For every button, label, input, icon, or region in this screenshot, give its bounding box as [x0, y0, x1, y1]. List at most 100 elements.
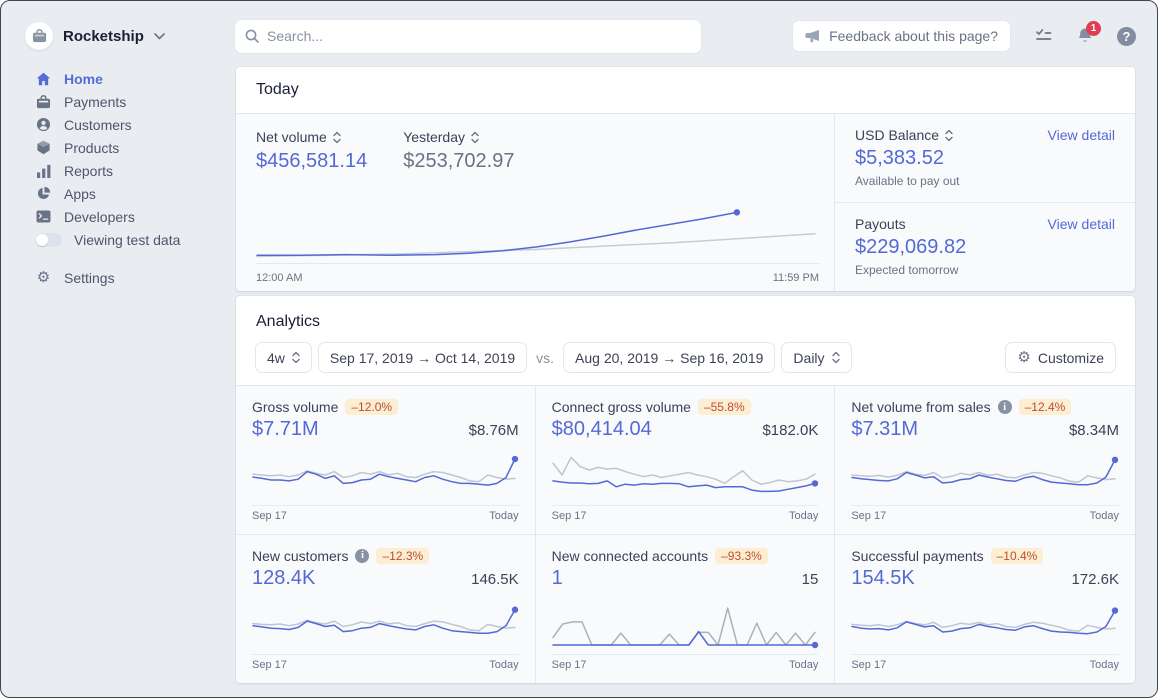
usd-balance-view-detail-link[interactable]: View detail — [1048, 127, 1115, 143]
analytics-filters: 4w Sep 17, 2019 → Oct 14, 2019 vs. Aug 2… — [236, 331, 1135, 385]
interval-select[interactable]: 4w — [256, 343, 311, 372]
sidebar-item-home[interactable]: Home — [35, 67, 236, 90]
search-bar[interactable] — [235, 20, 701, 53]
axis-label-end: Today — [1090, 510, 1119, 522]
axis-label-end: Today — [489, 510, 518, 522]
search-icon — [245, 29, 259, 43]
today-title: Today — [256, 81, 299, 99]
metric-title: Connect gross volume — [552, 399, 691, 415]
vs-label: vs. — [536, 350, 554, 366]
customize-button[interactable]: ⚙ Customize — [1006, 343, 1115, 372]
usd-balance-label: USD Balance — [855, 127, 939, 143]
metric-net-volume: Net volume $456,581.14 — [256, 129, 367, 173]
info-icon[interactable] — [355, 549, 369, 563]
metric-compare-value: $8.76M — [469, 422, 519, 439]
metric-compare-value: $182.0K — [762, 422, 818, 439]
delta-badge: –12.0% — [345, 399, 398, 415]
test-data-toggle[interactable]: Viewing test data — [35, 228, 236, 251]
metric-card-new-customers: New customers –12.3% 128.4K 146.5K Sep 1… — [236, 535, 536, 684]
sidebar-item-developers[interactable]: Developers — [35, 205, 236, 228]
feedback-button[interactable]: Feedback about this page? — [793, 21, 1010, 51]
sparkline-chart — [851, 450, 1119, 500]
question-icon — [1117, 27, 1136, 46]
granularity-value: Daily — [793, 350, 824, 366]
metric-selector-icon[interactable] — [471, 131, 479, 144]
analytics-grid: Gross volume –12.0% $7.71M $8.76M Sep 17… — [236, 385, 1135, 683]
sidebar-item-payments[interactable]: Payments — [35, 90, 236, 113]
sidebar-item-apps[interactable]: Apps — [35, 182, 236, 205]
payouts-value: $229,069.82 — [855, 236, 1115, 259]
interval-value: 4w — [267, 350, 285, 366]
help-button[interactable] — [1117, 27, 1136, 46]
axis-label-end: Today — [1090, 659, 1119, 671]
sidebar-item-reports[interactable]: Reports — [35, 159, 236, 182]
notifications-button[interactable]: 1 — [1076, 27, 1094, 45]
payouts-caption: Expected tomorrow — [855, 263, 1115, 277]
axis-label-start: Sep 17 — [252, 659, 287, 671]
axis-label-start: Sep 17 — [552, 510, 587, 522]
metric-card-net-volume-from-sales: Net volume from sales –12.4% $7.31M $8.3… — [835, 386, 1135, 535]
info-icon[interactable] — [998, 400, 1012, 414]
metric-value: 154.5K — [851, 567, 914, 590]
sidebar-item-label: Reports — [64, 163, 113, 179]
feedback-label: Feedback about this page? — [829, 28, 998, 44]
pie-plus-icon — [35, 186, 52, 201]
metric-value: 128.4K — [252, 567, 315, 590]
sidebar-item-label: Home — [64, 71, 103, 87]
delta-badge: –93.3% — [715, 548, 768, 564]
box-icon — [35, 140, 52, 155]
notification-badge: 1 — [1086, 21, 1101, 36]
payouts-view-detail-link[interactable]: View detail — [1048, 216, 1115, 232]
analytics-card: Analytics 4w Sep 17, 2019 → Oct 14, 2019… — [236, 296, 1135, 683]
metric-value: 1 — [552, 567, 563, 590]
metric-selector-icon[interactable] — [333, 131, 341, 144]
person-icon — [35, 117, 52, 132]
date-range-current-button[interactable]: Sep 17, 2019 → Oct 14, 2019 — [319, 343, 526, 372]
today-metrics: Net volume $456,581.14 Yesterday — [256, 129, 819, 173]
axis-label-start: Sep 17 — [851, 659, 886, 671]
account-switcher[interactable]: Rocketship — [25, 22, 235, 50]
test-data-label: Viewing test data — [74, 232, 180, 248]
sidebar-item-label: Customers — [64, 117, 132, 133]
topbar-actions: Feedback about this page? 1 — [793, 21, 1136, 51]
toggle-icon[interactable] — [35, 233, 62, 247]
metric-title: Gross volume — [252, 399, 338, 415]
sidebar-item-label: Payments — [64, 94, 126, 110]
metric-card-connect-gross-volume: Connect gross volume –55.8% $80,414.04 $… — [536, 386, 836, 535]
sidebar: Home Payments Customers Products Reports — [1, 67, 236, 289]
sidebar-item-products[interactable]: Products — [35, 136, 236, 159]
metric-card-successful-payments: Successful payments –10.4% 154.5K 172.6K… — [835, 535, 1135, 684]
today-line-chart — [256, 192, 819, 264]
briefcase-logo-icon — [32, 29, 47, 43]
today-body: Net volume $456,581.14 Yesterday — [236, 114, 1135, 291]
balance-selector-icon[interactable] — [945, 129, 953, 142]
delta-badge: –10.4% — [991, 548, 1044, 564]
tasklist-button[interactable] — [1033, 28, 1053, 44]
axis-label-start: Sep 17 — [552, 659, 587, 671]
delta-badge: –12.3% — [376, 548, 429, 564]
gear-icon: ⚙ — [1017, 350, 1030, 365]
payouts-box: Payouts View detail $229,069.82 Expected… — [835, 202, 1135, 291]
date-range-previous-button[interactable]: Aug 20, 2019 → Sep 16, 2019 — [564, 343, 774, 372]
usd-balance-box: USD Balance View detail $5,383.52 Availa… — [835, 114, 1135, 202]
today-header: Today — [236, 67, 1135, 114]
axis-label-end: 11:59 PM — [773, 272, 819, 284]
granularity-select[interactable]: Daily — [782, 343, 850, 372]
balance-panel: USD Balance View detail $5,383.52 Availa… — [834, 114, 1135, 291]
sparkline-chart — [252, 450, 519, 500]
metric-value: $7.31M — [851, 418, 918, 441]
sidebar-item-label: Products — [64, 140, 119, 156]
metric-compare-value: 146.5K — [471, 571, 519, 588]
app-window: Rocketship Feedback about this page? — [0, 0, 1158, 698]
account-name: Rocketship — [63, 28, 144, 45]
axis-label-end: Today — [489, 659, 518, 671]
date-range-current: Sep 17, 2019 → Oct 14, 2019 — [330, 350, 515, 366]
sidebar-item-settings[interactable]: ⚙ Settings — [35, 266, 236, 289]
topbar: Rocketship Feedback about this page? — [1, 1, 1157, 63]
sparkline-axis: Sep 17 Today — [252, 505, 519, 522]
megaphone-icon — [805, 30, 821, 43]
metric-value: $80,414.04 — [552, 418, 652, 441]
select-chevrons-icon — [292, 351, 300, 364]
sidebar-item-customers[interactable]: Customers — [35, 113, 236, 136]
search-input[interactable] — [267, 28, 691, 44]
